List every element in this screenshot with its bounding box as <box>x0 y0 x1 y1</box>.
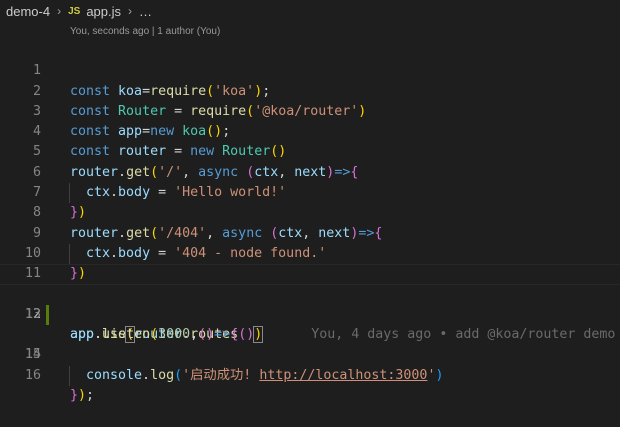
breadcrumb-symbol-more[interactable]: … <box>139 4 152 19</box>
code-line[interactable]: 1 const koa=require('koa'); <box>0 41 620 98</box>
git-modified-marker[interactable] <box>46 304 49 326</box>
code-editor[interactable]: You, seconds ago | 1 author (You) 1 cons… <box>0 22 620 403</box>
code-line[interactable]: 7 }) <box>0 163 620 220</box>
code-line[interactable]: 16 }); <box>0 345 620 403</box>
code-line-current[interactable]: 12 app.use(router.routes()) You, 4 days a… <box>0 264 620 344</box>
token: log <box>150 367 175 383</box>
code-line[interactable]: 11 <box>0 244 620 281</box>
breadcrumb: demo-4 › JS app.js › … <box>0 0 620 22</box>
line-number: 16 <box>24 367 41 383</box>
codelens-author[interactable]: You, seconds ago | 1 author (You) <box>0 22 620 41</box>
code-line[interactable]: 14 <box>0 304 620 387</box>
code-line[interactable]: 15 console.log('启动成功! http://localhost:3… <box>0 325 620 387</box>
code-line[interactable]: 8 router.get('/404', async (ctx, next)=>… <box>0 183 620 240</box>
code-line[interactable]: 9 ctx.body = '404 - node found.' <box>0 203 620 265</box>
chevron-right-icon: › <box>57 4 62 18</box>
breadcrumb-folder[interactable]: demo-4 <box>6 4 50 19</box>
code-line[interactable]: 5 router.get('/', async (ctx, next)=>{ <box>0 122 620 179</box>
code-line[interactable]: 2 const Router = require('@koa/router') <box>0 61 620 119</box>
code-line[interactable]: 10 }) <box>0 224 620 281</box>
chevron-right-icon: › <box>128 4 133 18</box>
code-line[interactable]: 3 const app=new koa(); <box>0 82 620 139</box>
code-line[interactable]: 4 const router = new Router() <box>0 102 620 159</box>
token: console <box>86 367 143 383</box>
token: '启动成功! <box>182 367 260 383</box>
javascript-file-icon: JS <box>68 5 81 17</box>
breadcrumb-file[interactable]: app.js <box>86 4 121 19</box>
code-line[interactable]: 6 ctx.body = 'Hello world!' <box>0 142 620 204</box>
code-line[interactable]: 13 app.listen(3000,()=>{ <box>0 285 620 342</box>
url-link[interactable]: http://localhost:3000 <box>259 368 427 383</box>
